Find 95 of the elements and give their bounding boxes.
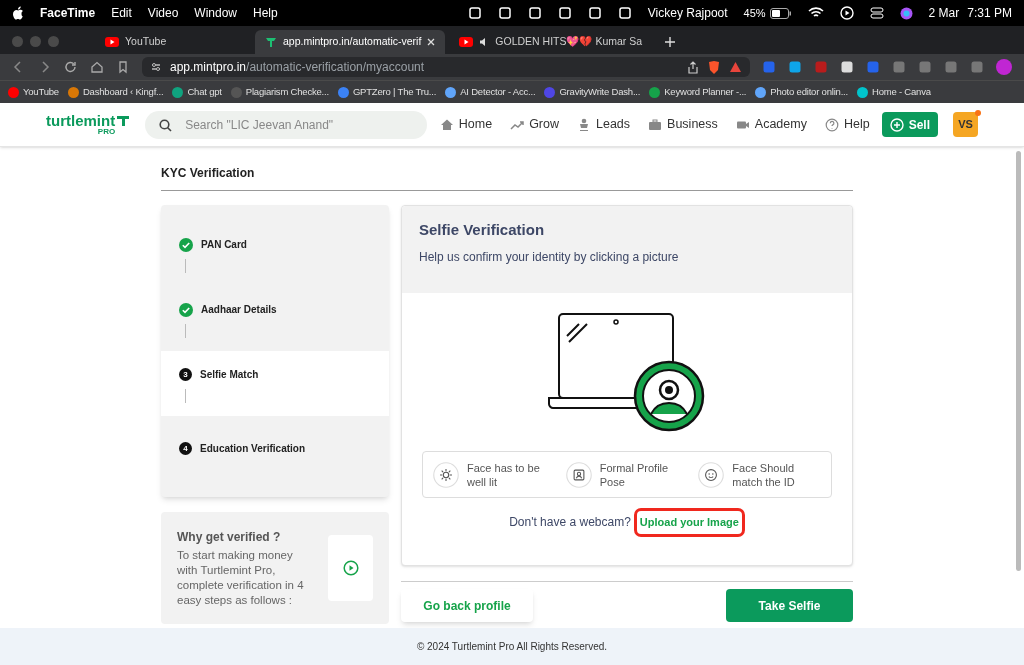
- close-icon[interactable]: [427, 38, 436, 46]
- step-row[interactable]: 3 Selfie Match: [161, 351, 389, 416]
- tip-text: Formal Profile Pose: [599, 460, 670, 489]
- browser-tab[interactable]: app.mintpro.in/automatic-verif: [255, 30, 446, 54]
- time: 7:31 PM: [967, 5, 1012, 22]
- sell-button[interactable]: Sell: [881, 112, 938, 137]
- step-label: Selfie Match: [200, 368, 259, 382]
- status-icon[interactable]: [497, 6, 512, 20]
- home-icon[interactable]: [90, 60, 104, 74]
- video-thumbnail[interactable]: [328, 535, 373, 601]
- portrait-icon: [565, 461, 592, 488]
- bookmark[interactable]: GravityWrite Dash...: [544, 84, 641, 100]
- favicon-icon: [459, 37, 474, 47]
- status-icon[interactable]: [617, 6, 632, 20]
- step-row[interactable]: Aadhaar Details: [161, 286, 389, 351]
- bookmark[interactable]: YouTube: [8, 84, 59, 100]
- nav-link[interactable]: Business: [648, 115, 718, 134]
- take-selfie-button[interactable]: Take Selfie: [726, 589, 853, 622]
- tip-text: Face has to be well lit: [467, 460, 541, 489]
- triangle-icon[interactable]: [729, 61, 742, 73]
- nav-link[interactable]: Academy: [735, 115, 807, 134]
- status-icon[interactable]: [557, 6, 572, 20]
- reload-icon[interactable]: [64, 60, 78, 74]
- smiley-icon: [698, 461, 725, 488]
- panel-subtitle: Help us confirm your identity by clicking a picture: [419, 248, 680, 266]
- status-icon[interactable]: [587, 6, 602, 20]
- tab-title: GOLDEN HITS💖💔 Kumar Sa: [495, 34, 643, 50]
- page-title: KYC Verification: [161, 147, 853, 191]
- date: 2 Mar: [928, 5, 960, 22]
- person-icon: [577, 117, 591, 132]
- profile-avatar[interactable]: [996, 59, 1012, 75]
- user-avatar[interactable]: VS: [953, 112, 978, 137]
- extension-icon[interactable]: [840, 60, 854, 74]
- new-tab-icon[interactable]: [664, 36, 677, 48]
- menu-item[interactable]: Edit: [111, 4, 132, 22]
- app-menu[interactable]: FaceTime: [40, 4, 96, 22]
- plus-icon: [889, 117, 904, 132]
- help-icon: [824, 117, 839, 132]
- home-icon: [439, 117, 454, 132]
- bookmark[interactable]: GPTZero | The Tru...: [337, 84, 437, 100]
- siri-icon[interactable]: [899, 6, 913, 20]
- step-row[interactable]: 4 Education Verification: [161, 416, 389, 481]
- tip-text: Face Should match the ID: [732, 460, 796, 489]
- bookmark[interactable]: Dashboard ‹ Kingf...: [67, 84, 164, 100]
- apple-icon[interactable]: [12, 6, 24, 20]
- bookmark-icon[interactable]: [116, 60, 130, 74]
- wifi-icon[interactable]: [807, 7, 824, 19]
- step-label: Aadhaar Details: [201, 303, 277, 317]
- bookmark[interactable]: Plagiarism Checke...: [230, 84, 329, 100]
- step-number: 4: [179, 442, 192, 455]
- user-name[interactable]: Vickey Rajpoot: [647, 4, 728, 22]
- battery-percent: 45%: [743, 5, 766, 21]
- share-icon[interactable]: [687, 60, 699, 74]
- step-row[interactable]: PAN Card: [161, 221, 389, 286]
- footer-text: © 2024 Turtlemint Pro All Rights Reserved.: [0, 628, 1024, 665]
- menu-item[interactable]: Help: [253, 4, 278, 22]
- browser-tab[interactable]: YouTube: [95, 30, 251, 54]
- bookmark[interactable]: Home - Canva: [856, 84, 931, 100]
- step-label: PAN Card: [201, 238, 247, 252]
- menu-item[interactable]: Video: [147, 4, 179, 22]
- nav-link[interactable]: Grow: [510, 115, 559, 134]
- bookmark[interactable]: Chat gpt: [172, 84, 222, 100]
- logo[interactable]: turtlemint PRO: [46, 113, 130, 136]
- url-text: app.mintpro.in/automatic-verification/myaccount: [170, 59, 426, 76]
- control-center-icon[interactable]: [869, 7, 884, 19]
- favicon-icon: [105, 37, 119, 47]
- panel-title: Selfie Verification: [419, 220, 546, 240]
- status-icon[interactable]: [467, 6, 482, 20]
- search-field[interactable]: Search "LIC Jeevan Anand": [145, 110, 428, 139]
- tab-title: YouTube: [125, 34, 167, 50]
- bookmark[interactable]: Photo editor onlin...: [755, 84, 848, 100]
- site-settings-icon[interactable]: [150, 61, 162, 73]
- favicon-icon: [265, 36, 277, 48]
- sun-icon: [433, 461, 459, 488]
- logo-mark-icon: [117, 115, 130, 126]
- tab-title: app.mintpro.in/automatic-verif: [283, 34, 422, 50]
- webcam-question: Don't have a webcam?: [509, 514, 631, 532]
- extension-icon[interactable]: [788, 60, 802, 74]
- nav-link[interactable]: Leads: [577, 115, 631, 134]
- battery-icon[interactable]: [769, 7, 792, 19]
- address-bar[interactable]: app.mintpro.in/automatic-verification/myaccount: [142, 57, 750, 77]
- menu-item[interactable]: Window: [194, 4, 237, 22]
- info-text: To start making money with Turtlemint Pro, complete verification in 4 easy steps as follows :: [177, 548, 305, 608]
- info-title: Why get verified ?: [177, 529, 282, 546]
- scrollbar[interactable]: [1016, 151, 1021, 571]
- status-icon[interactable]: [527, 6, 542, 20]
- browser-tab[interactable]: GOLDEN HITS💖💔 Kumar Sa: [449, 30, 653, 54]
- nav-link[interactable]: Help: [824, 115, 870, 134]
- step-label: Education Verification: [200, 442, 306, 456]
- bookmark[interactable]: AI Detector - Acc...: [445, 84, 536, 100]
- bookmark[interactable]: Keyword Planner -...: [649, 84, 747, 100]
- nav-link[interactable]: Home: [439, 115, 493, 134]
- briefcase-icon: [648, 117, 663, 132]
- step-number: 3: [179, 368, 192, 381]
- shield-icon[interactable]: [707, 59, 721, 75]
